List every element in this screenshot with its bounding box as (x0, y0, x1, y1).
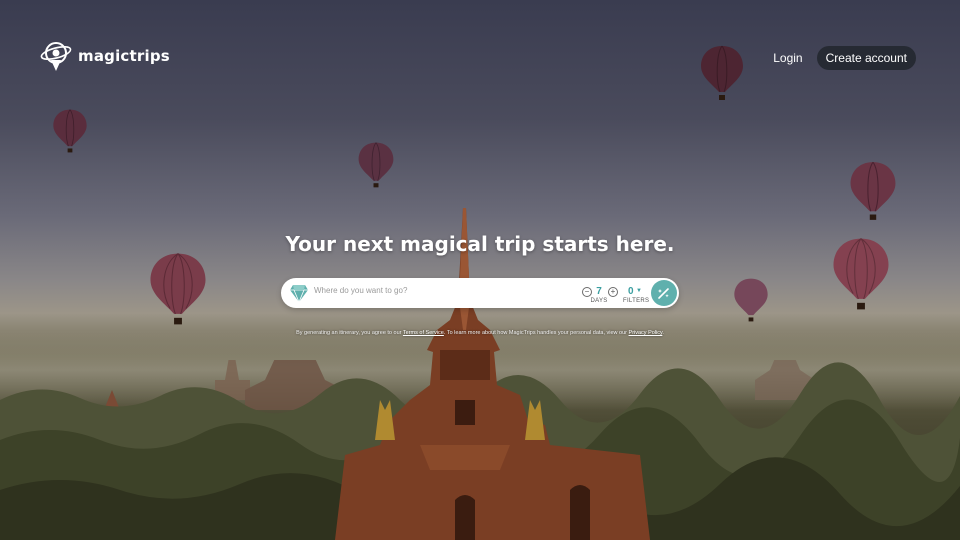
legal-notice: By generating an itinerary, you agree to… (0, 330, 960, 336)
filters-label[interactable]: FILTERS (623, 298, 649, 304)
trip-search-bar: − 7 + DAYS 0 ▼ FILTERS (281, 278, 679, 308)
terms-of-service-link[interactable]: Terms of Service (403, 330, 444, 336)
days-value: 7 (596, 286, 602, 297)
legal-text-3: . (662, 330, 664, 336)
filter-dropdown-icon[interactable]: ▼ (636, 288, 642, 294)
days-decrement-button[interactable]: − (582, 287, 592, 297)
globe-pin-icon (40, 42, 72, 71)
filters-count[interactable]: 0 (628, 286, 634, 297)
login-link[interactable]: Login (773, 51, 802, 65)
legal-text-2: . To learn more about how MagicTrips han… (443, 330, 629, 336)
header-nav: Login Create account (773, 46, 916, 70)
magic-wand-icon (658, 288, 669, 299)
diamond-icon (290, 284, 308, 303)
temple (335, 208, 650, 540)
privacy-policy-link[interactable]: Privacy Policy (629, 330, 663, 336)
brand-logo[interactable]: magictrips (40, 40, 170, 72)
destination-input[interactable] (314, 286, 544, 295)
days-increment-button[interactable]: + (608, 287, 618, 297)
create-account-button[interactable]: Create account (816, 46, 916, 70)
days-label: DAYS (590, 298, 608, 304)
legal-text-1: By generating an itinerary, you agree to… (296, 330, 403, 336)
generate-trip-button[interactable] (651, 280, 677, 306)
hero-headline: Your next magical trip starts here. (285, 232, 675, 256)
brand-name: magictrips (78, 47, 170, 65)
